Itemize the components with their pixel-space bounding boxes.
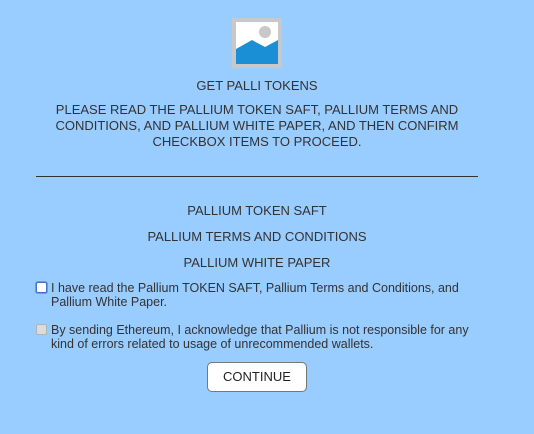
saft-link[interactable]: PALLIUM TOKEN SAFT [0,203,514,219]
ethereum-acknowledge-checkbox[interactable] [36,324,47,335]
intro-text: PLEASE READ THE PALLIUM TOKEN SAFT, PALL… [55,102,459,149]
continue-button[interactable]: CONTINUE [207,362,307,392]
divider [36,176,478,177]
read-documents-checkbox[interactable] [36,282,47,293]
white-paper-link[interactable]: PALLIUM WHITE PAPER [0,255,514,271]
read-documents-row[interactable]: I have read the Pallium TOKEN SAFT, Pall… [36,281,478,309]
read-documents-label: I have read the Pallium TOKEN SAFT, Pall… [51,281,459,309]
page-title: GET PALLI TOKENS [196,78,318,93]
ethereum-acknowledge-row: By sending Ethereum, I acknowledge that … [36,323,478,351]
terms-link[interactable]: PALLIUM TERMS AND CONDITIONS [0,229,514,245]
image-placeholder-icon [232,18,282,68]
ethereum-acknowledge-label: By sending Ethereum, I acknowledge that … [51,323,469,351]
